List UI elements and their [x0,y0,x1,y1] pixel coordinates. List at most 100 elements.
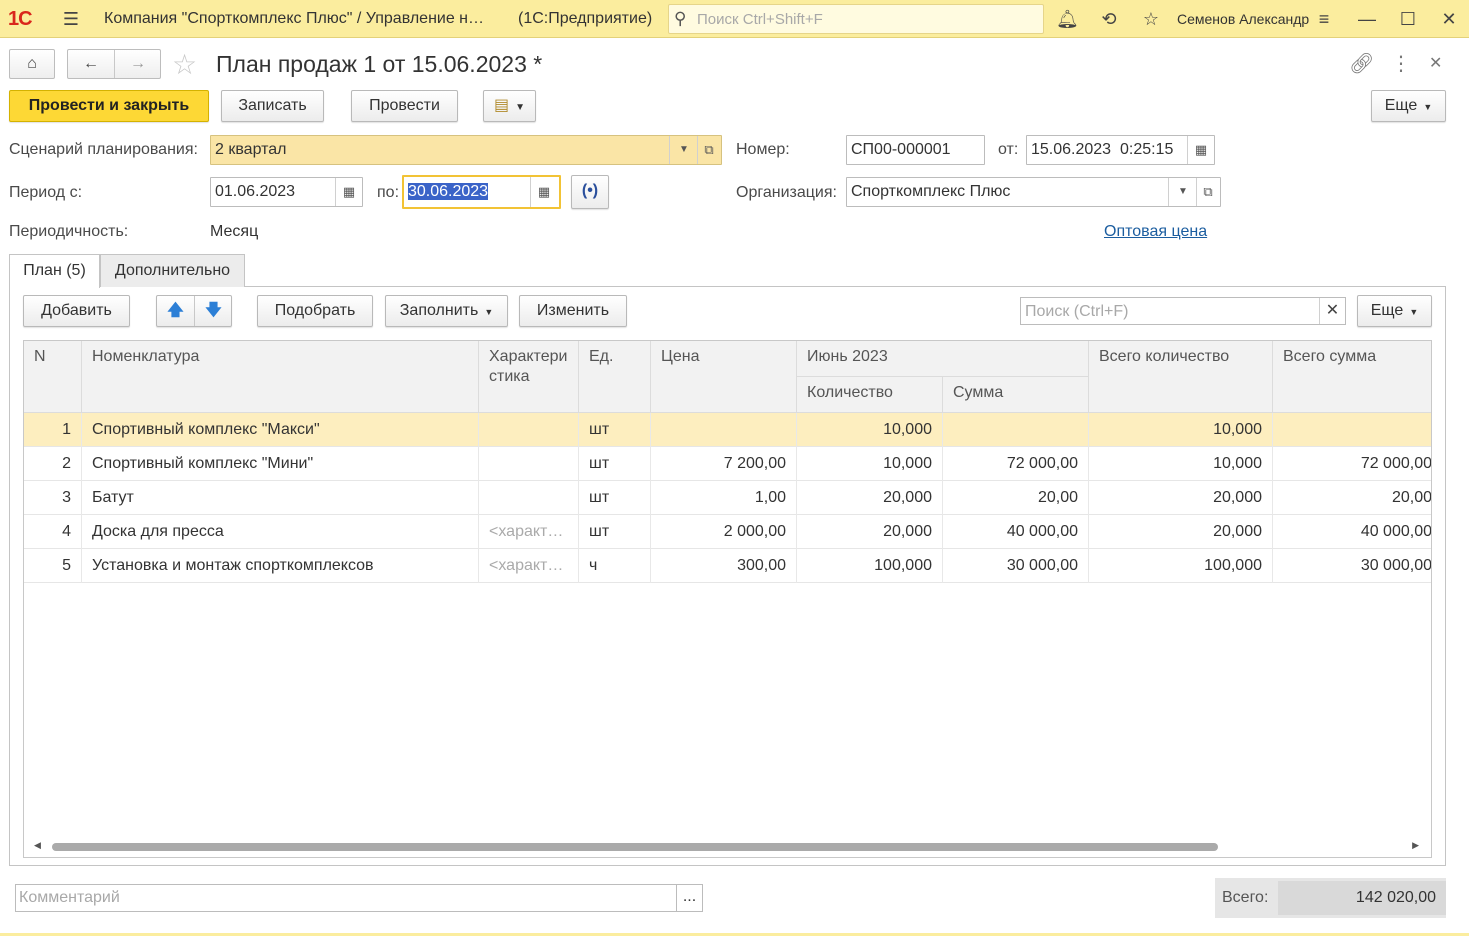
wholesale-price-link[interactable]: Оптовая цена [1104,223,1207,241]
cell-characteristic[interactable]: <характ… [479,515,579,549]
col-header-characteristic[interactable]: Характеристика [479,341,579,413]
history-icon[interactable]: ⟲ [1098,8,1120,30]
cell-sum[interactable]: 72 000,00 [943,447,1089,481]
cell-unit[interactable]: шт [579,447,651,481]
calendar-icon[interactable]: ▦ [335,178,362,206]
table-row[interactable]: 4 Доска для пресса <характ… шт 2 000,00 … [24,515,1431,549]
link-icon[interactable]: 🔗︎ [1349,51,1374,76]
move-up-icon[interactable]: 🡅 [157,296,194,326]
menu-icon[interactable]: ☰ [60,8,82,30]
date-field[interactable]: 15.06.2023 0:25:15 ▦ [1026,135,1215,165]
maximize-icon[interactable]: ☐ [1397,8,1419,30]
period-from-field[interactable]: 01.06.2023 ▦ [210,177,363,207]
cell-qty[interactable]: 20,000 [797,481,943,515]
cell-qty[interactable]: 20,000 [797,515,943,549]
cell-qty[interactable]: 100,000 [797,549,943,583]
cell-sum[interactable]: 20,00 [943,481,1089,515]
more-vert-icon[interactable]: ⋮ [1391,51,1411,76]
cell-price[interactable]: 2 000,00 [651,515,797,549]
col-header-sum[interactable]: Сумма [943,377,1089,413]
calendar-icon[interactable]: ▦ [1187,136,1214,164]
post-button[interactable]: Провести [351,90,458,122]
cell-item[interactable]: Спортивный комплекс "Мини" [82,447,479,481]
cell-price[interactable]: 300,00 [651,549,797,583]
close-form-icon[interactable]: ✕ [1429,53,1442,73]
cell-item[interactable]: Доска для пресса [82,515,479,549]
col-header-period-group[interactable]: Июнь 2023 [797,341,1089,377]
comment-input[interactable]: Комментарий ... [15,884,703,912]
bell-icon[interactable]: 🔔︎ [1056,8,1079,30]
scroll-left-icon[interactable]: ◀ [34,840,41,851]
print-menu-button[interactable]: ▤ ▼ [483,90,536,122]
table-more-button[interactable]: Еще ▼ [1357,295,1432,327]
fill-button[interactable]: Заполнить ▼ [385,295,508,327]
cell-qty[interactable]: 10,000 [797,447,943,481]
cell-item[interactable]: Установка и монтаж спорткомплексов [82,549,479,583]
table-row[interactable]: 2 Спортивный комплекс "Мини" шт 7 200,00… [24,447,1431,481]
global-search-input[interactable]: ⚲ Поиск Ctrl+Shift+F [668,4,1044,34]
calendar-icon[interactable]: ▦ [530,177,558,205]
period-select-button[interactable]: (•) [571,175,609,209]
close-window-icon[interactable]: ✕ [1438,8,1460,30]
cell-characteristic[interactable] [479,481,579,515]
period-to-field[interactable]: 30.06.2023 ▦ [402,175,561,209]
col-header-total-qty[interactable]: Всего количество [1089,341,1273,413]
dropdown-icon[interactable]: ▼ [1169,178,1197,206]
organization-field[interactable]: Спорткомплекс Плюс ▼ ⧉ [846,177,1221,207]
table-row[interactable]: 3 Батут шт 1,00 20,000 20,00 20,000 20,0… [24,481,1431,515]
back-button[interactable]: ← [68,50,114,78]
cell-price[interactable] [651,413,797,447]
col-header-n[interactable]: N [24,341,82,413]
scroll-thumb[interactable] [52,843,1218,851]
move-down-icon[interactable]: 🡇 [195,296,232,326]
cell-unit[interactable]: шт [579,413,651,447]
favorite-star-icon[interactable]: ☆ [172,48,197,81]
user-name[interactable]: Семенов Александр [1177,11,1309,27]
cell-sum[interactable] [943,413,1089,447]
minimize-icon[interactable]: — [1356,8,1378,30]
tab-plan[interactable]: План (5) [9,254,100,288]
col-header-price[interactable]: Цена [651,341,797,413]
cell-unit[interactable]: шт [579,481,651,515]
pick-button[interactable]: Подобрать [257,295,373,327]
cell-sum[interactable]: 40 000,00 [943,515,1089,549]
scroll-right-icon[interactable]: ▶ [1412,840,1419,851]
change-button[interactable]: Изменить [519,295,627,327]
open-icon[interactable]: ⧉ [697,136,721,164]
open-icon[interactable]: ⧉ [1196,178,1220,206]
cell-qty[interactable]: 10,000 [797,413,943,447]
star-icon[interactable]: ☆ [1140,8,1162,30]
cell-item[interactable]: Батут [82,481,479,515]
number-field[interactable]: СП00-000001 [846,135,985,165]
cell-price[interactable]: 1,00 [651,481,797,515]
cell-unit[interactable]: ч [579,549,651,583]
home-button[interactable]: ⌂ [9,49,55,79]
col-header-qty[interactable]: Количество [797,377,943,413]
clear-search-icon[interactable]: ✕ [1319,298,1345,324]
forward-button[interactable]: → [115,50,161,78]
cell-item[interactable]: Спортивный комплекс "Макси" [82,413,479,447]
cell-price[interactable]: 7 200,00 [651,447,797,481]
cell-characteristic[interactable] [479,413,579,447]
post-and-close-button[interactable]: Провести и закрыть [9,90,209,122]
cell-characteristic[interactable] [479,447,579,481]
cell-sum[interactable]: 30 000,00 [943,549,1089,583]
horizontal-scrollbar[interactable]: ◀ ▶ [24,838,1431,856]
plan-table[interactable]: N Номенклатура Характеристика Ед. Цена И… [23,340,1432,858]
scenario-field[interactable]: 2 квартал ▼ ⧉ [210,135,722,165]
table-search-input[interactable]: Поиск (Ctrl+F) ✕ [1020,297,1346,325]
cell-unit[interactable]: шт [579,515,651,549]
col-header-item[interactable]: Номенклатура [82,341,479,413]
add-row-button[interactable]: Добавить [23,295,130,327]
col-header-unit[interactable]: Ед. [579,341,651,413]
col-header-total-sum[interactable]: Всего сумма [1273,341,1431,413]
comment-expand-button[interactable]: ... [676,885,702,911]
save-button[interactable]: Записать [221,90,324,122]
table-row[interactable]: 5 Установка и монтаж спорткомплексов <ха… [24,549,1431,583]
table-row[interactable]: 1 Спортивный комплекс "Макси" шт 10,000 … [24,413,1431,447]
tab-additional[interactable]: Дополнительно [100,254,245,287]
settings-menu-icon[interactable]: ≡ [1313,8,1335,30]
more-actions-button[interactable]: Еще ▼ [1371,90,1446,122]
dropdown-icon[interactable]: ▼ [670,136,698,164]
cell-characteristic[interactable]: <характ… [479,549,579,583]
